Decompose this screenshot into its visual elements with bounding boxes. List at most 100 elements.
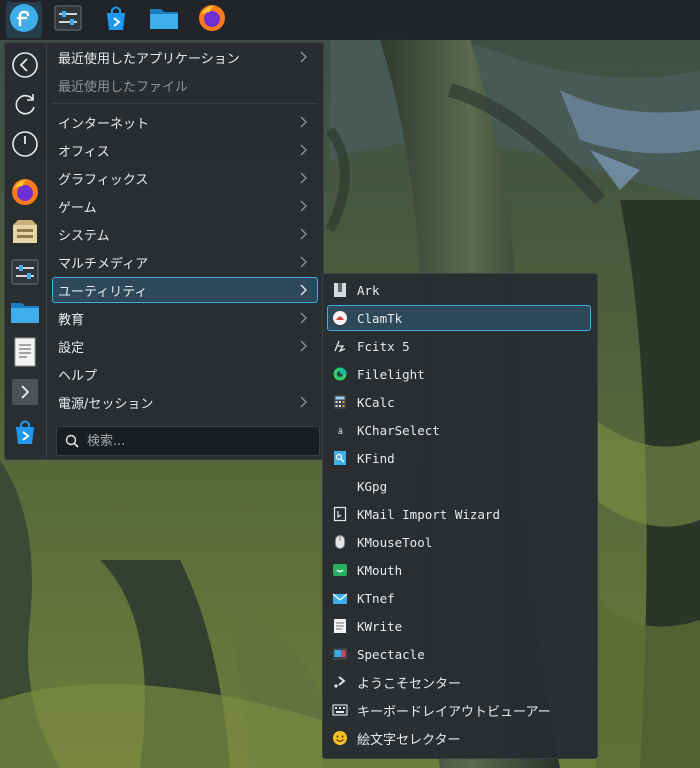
chevron-right-icon (300, 228, 307, 240)
app-kmousetool[interactable]: KMouseTool (327, 529, 591, 555)
favorite-file-manager[interactable] (9, 298, 41, 330)
app-label: KCalc (357, 394, 395, 410)
app-label: KMouth (357, 562, 403, 578)
app-clamtk[interactable]: ClamTk (327, 305, 591, 331)
chevron-right-icon (300, 256, 307, 268)
category-office[interactable]: オフィス (52, 137, 318, 163)
kwrite-icon (332, 618, 348, 634)
category-label: 設定 (58, 340, 85, 356)
category-label: ヘルプ (58, 368, 98, 384)
category-separator (52, 103, 318, 104)
category-label: 最近使用したファイル (58, 79, 189, 95)
app-label: KGpg (357, 478, 388, 494)
ktnef-icon (332, 590, 348, 606)
app-kcharselect[interactable]: ä KCharSelect (327, 417, 591, 443)
category-internet[interactable]: インターネット (52, 109, 318, 135)
category-label: マルチメディア (58, 256, 149, 272)
app-label: Spectacle (357, 646, 425, 662)
kfind-icon (332, 450, 348, 466)
category-recent-files[interactable]: 最近使用したファイル (52, 72, 318, 98)
refresh-button[interactable] (9, 90, 41, 122)
app-kfind[interactable]: KFind (327, 445, 591, 471)
svg-text:ä: ä (338, 427, 343, 436)
search-input[interactable] (85, 432, 309, 450)
category-multimedia[interactable]: マルチメディア (52, 249, 318, 275)
filelight-icon (332, 366, 348, 382)
app-kwrite[interactable]: KWrite (327, 613, 591, 639)
utilities-submenu: Ark ClamTk Fcitx 5 Filelight KCalc ä KCh… (322, 273, 598, 759)
favorite-terminal[interactable] (9, 378, 41, 410)
app-kmail-import-wizard[interactable]: KMail Import Wizard (327, 501, 591, 527)
document-icon (12, 337, 38, 371)
app-kmouth[interactable]: KMouth (327, 557, 591, 583)
keyboard-icon (332, 702, 348, 718)
app-emoji-selector[interactable]: 絵文字セレクター (327, 725, 591, 751)
kmousetool-icon (332, 534, 348, 550)
search-box[interactable] (56, 426, 320, 456)
category-games[interactable]: ゲーム (52, 193, 318, 219)
category-utilities[interactable]: ユーティリティ (52, 277, 318, 303)
spectacle-icon (332, 646, 348, 662)
app-label: KFind (357, 450, 395, 466)
kcharselect-icon: ä (332, 422, 348, 438)
app-kcalc[interactable]: KCalc (327, 389, 591, 415)
chevron-right-icon (300, 312, 307, 324)
chevron-right-icon (300, 340, 307, 352)
app-spectacle[interactable]: Spectacle (327, 641, 591, 667)
category-settings[interactable]: 設定 (52, 333, 318, 359)
app-fcitx[interactable]: Fcitx 5 (327, 333, 591, 359)
app-ktnef[interactable]: KTnef (327, 585, 591, 611)
app-label: ようこそセンター (357, 676, 462, 692)
favorite-text-editor[interactable] (9, 337, 41, 371)
settings-icon (10, 257, 40, 291)
discover-icon (10, 417, 40, 451)
favorite-archive[interactable] (9, 218, 41, 250)
file-manager-icon (148, 3, 180, 37)
kmouth-icon (332, 562, 348, 578)
file-manager-launcher[interactable] (146, 2, 182, 38)
clamtk-icon (332, 310, 348, 326)
favorite-firefox[interactable] (9, 178, 41, 210)
app-label: Ark (357, 282, 380, 298)
category-system[interactable]: システム (52, 221, 318, 247)
chevron-right-icon (300, 200, 307, 212)
category-help[interactable]: ヘルプ (52, 361, 318, 387)
chevron-right-icon (300, 51, 307, 63)
chevron-right-icon (300, 116, 307, 128)
app-ark[interactable]: Ark (327, 277, 591, 303)
fedora-launcher-icon (9, 3, 39, 37)
chevron-right-icon (300, 144, 307, 156)
system-settings-icon (53, 3, 83, 37)
category-recent-applications[interactable]: 最近使用したアプリケーション (52, 44, 318, 70)
kcalc-icon (332, 394, 348, 410)
refresh-icon (11, 90, 39, 122)
category-graphics[interactable]: グラフィックス (52, 165, 318, 191)
category-power-session[interactable]: 電源/セッション (52, 389, 318, 415)
app-label: KMail Import Wizard (357, 506, 500, 522)
search-icon (65, 434, 79, 448)
fcitx-icon (332, 338, 348, 354)
top-panel (0, 0, 700, 40)
app-label: KCharSelect (357, 422, 440, 438)
app-keyboard-layout-viewer[interactable]: キーボードレイアウトビューアー (327, 697, 591, 723)
firefox-launcher[interactable] (194, 2, 230, 38)
welcome-center-icon (332, 674, 348, 690)
chevron-right-icon (11, 378, 39, 410)
kgpg-icon (332, 478, 348, 494)
application-launcher-button[interactable] (6, 2, 42, 38)
app-label: KMouseTool (357, 534, 433, 550)
power-icon (11, 130, 39, 162)
folder-icon (9, 297, 41, 331)
back-button[interactable] (9, 51, 41, 83)
power-button[interactable] (9, 130, 41, 162)
app-welcome-center[interactable]: ようこそセンター (327, 669, 591, 695)
discover-icon (101, 3, 131, 37)
favorite-discover[interactable] (9, 418, 41, 450)
category-education[interactable]: 教育 (52, 305, 318, 331)
discover-launcher[interactable] (98, 2, 134, 38)
favorites-sidebar (4, 42, 47, 458)
favorite-settings[interactable] (9, 258, 41, 290)
app-filelight[interactable]: Filelight (327, 361, 591, 387)
app-kgpg[interactable]: KGpg (327, 473, 591, 499)
system-settings-launcher[interactable] (50, 2, 86, 38)
